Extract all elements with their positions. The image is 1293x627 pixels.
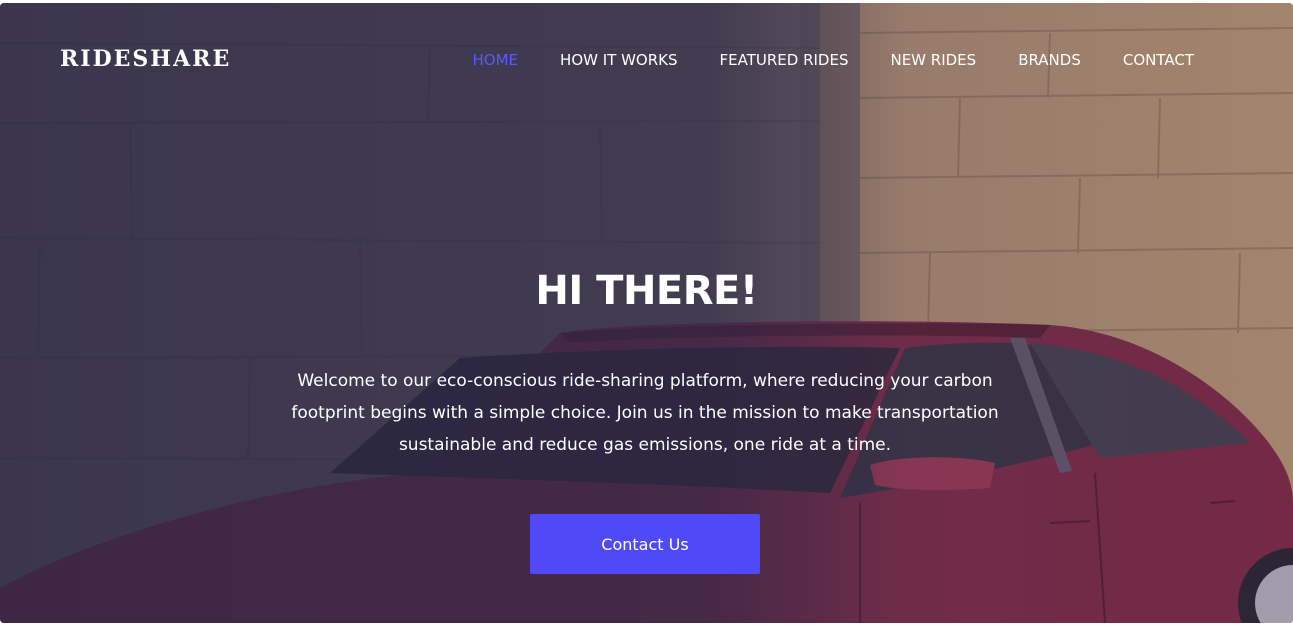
nav-item-contact[interactable]: CONTACT	[1123, 51, 1194, 69]
contact-us-button[interactable]: Contact Us	[530, 514, 760, 574]
top-navigation: RIDESHARE HOME HOW IT WORKS FEATURED RID…	[0, 3, 1293, 123]
hero-description: Welcome to our eco-conscious ride-sharin…	[291, 371, 999, 455]
nav-item-new-rides[interactable]: NEW RIDES	[890, 51, 976, 69]
site-logo[interactable]: RIDESHARE	[60, 46, 231, 72]
nav-item-featured-rides[interactable]: FEATURED RIDES	[720, 51, 849, 69]
hero-section: RIDESHARE HOME HOW IT WORKS FEATURED RID…	[0, 3, 1293, 623]
nav-item-home[interactable]: HOME	[473, 51, 519, 69]
hero-title: HI THERE!	[535, 268, 758, 314]
nav-menu: HOME HOW IT WORKS FEATURED RIDES NEW RID…	[473, 51, 1194, 69]
nav-item-how-it-works[interactable]: HOW IT WORKS	[560, 51, 677, 69]
nav-item-brands[interactable]: BRANDS	[1018, 51, 1081, 69]
